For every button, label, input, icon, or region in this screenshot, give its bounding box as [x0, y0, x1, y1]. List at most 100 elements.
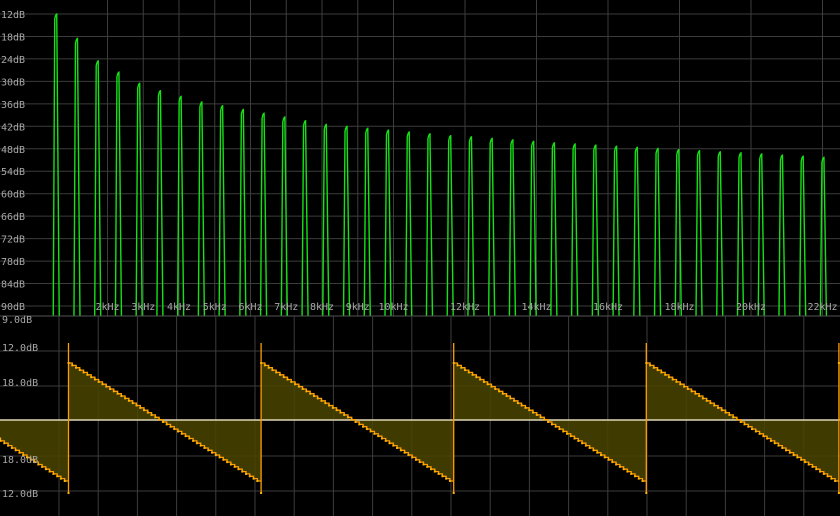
- sample-marker: [229, 463, 232, 466]
- sample-marker: [180, 432, 183, 435]
- spectrum-y-tick-label: 84dB: [1, 280, 25, 291]
- spectrum-y-tick-label: 72dB: [1, 235, 25, 246]
- sample-marker: [641, 480, 644, 482]
- sample-marker: [785, 449, 788, 452]
- sample-marker: [788, 451, 791, 454]
- sample-marker: [479, 378, 482, 381]
- sample-marker: [819, 470, 822, 473]
- sample-marker: [456, 364, 459, 367]
- sample-marker: [464, 369, 467, 372]
- sample-marker: [747, 425, 750, 428]
- sample-marker: [278, 373, 281, 376]
- sample-marker: [626, 470, 629, 473]
- sample-marker: [309, 392, 312, 395]
- sample-marker: [286, 378, 289, 381]
- sample-marker: [320, 399, 323, 402]
- osc-label-lower-inner: 18.0dB: [2, 455, 38, 466]
- sample-marker: [139, 406, 142, 409]
- sample-marker: [260, 362, 263, 364]
- spectrum-x-tick-label: 14kHz: [521, 302, 551, 313]
- spectrum-x-tick-label: 22kHz: [807, 302, 837, 313]
- sample-marker: [686, 387, 689, 390]
- sample-marker: [116, 392, 119, 395]
- spectrum-x-tick-label: 12kHz: [450, 302, 480, 313]
- sample-marker: [350, 418, 353, 421]
- sample-marker: [539, 416, 542, 419]
- sample-marker: [535, 413, 538, 416]
- sample-marker: [448, 480, 451, 482]
- sample-marker: [343, 413, 346, 416]
- sample-marker: [505, 395, 508, 398]
- sample-marker: [301, 387, 304, 390]
- sample-marker: [565, 432, 568, 435]
- sample-marker: [211, 451, 214, 454]
- sample-marker: [112, 390, 115, 393]
- sample-marker: [403, 451, 406, 454]
- sample-marker: [294, 383, 297, 386]
- osc-label-top: 9.0dB: [2, 315, 32, 326]
- sample-marker: [127, 399, 130, 402]
- sample-marker: [573, 437, 576, 440]
- sample-marker: [101, 383, 104, 386]
- sample-marker: [354, 421, 357, 423]
- sample-marker: [830, 477, 833, 480]
- sample-marker: [14, 449, 17, 452]
- sample-marker: [475, 376, 478, 379]
- sample-marker: [739, 421, 742, 423]
- sample-marker: [75, 366, 78, 369]
- sample-marker: [618, 465, 621, 468]
- sample-marker: [192, 439, 195, 442]
- sample-marker: [241, 470, 244, 473]
- sample-marker: [380, 437, 383, 440]
- sample-marker: [599, 454, 602, 457]
- sample-marker: [154, 416, 157, 419]
- sample-marker: [109, 387, 112, 390]
- sample-marker: [732, 416, 735, 419]
- sample-marker: [800, 458, 803, 461]
- sample-marker: [433, 470, 436, 473]
- spectrum-x-tick-label: 9kHz: [346, 302, 370, 313]
- sample-marker: [792, 454, 795, 457]
- sample-marker: [203, 446, 206, 449]
- sample-marker: [260, 492, 263, 494]
- sample-marker: [577, 439, 580, 442]
- sample-marker: [490, 385, 493, 388]
- sample-marker: [528, 409, 531, 412]
- sample-marker: [735, 418, 738, 421]
- sample-marker: [494, 387, 497, 390]
- sample-marker: [418, 461, 421, 464]
- sample-marker: [222, 458, 225, 461]
- spectrum-y-tick-label: 30dB: [1, 77, 25, 88]
- sample-marker: [339, 411, 342, 414]
- sample-marker: [520, 404, 523, 407]
- sample-marker: [244, 472, 247, 475]
- sample-marker: [501, 392, 504, 395]
- sample-marker: [56, 475, 59, 478]
- sample-marker: [86, 373, 89, 376]
- sample-marker: [426, 465, 429, 468]
- spectrum-analyzer: 12dB 18dB 24dB 30dB 36dB 42dB 48dB 54dB 60dB 66dB…: [0, 0, 840, 516]
- sample-marker: [399, 449, 402, 452]
- sample-marker: [471, 373, 474, 376]
- sample-marker: [592, 449, 595, 452]
- sample-marker: [611, 461, 614, 464]
- sample-marker: [713, 404, 716, 407]
- sample-marker: [282, 376, 285, 379]
- sample-marker: [388, 442, 391, 445]
- sample-marker: [233, 465, 236, 468]
- sample-marker: [467, 371, 470, 374]
- sample-marker: [256, 480, 259, 482]
- sample-marker: [543, 418, 546, 421]
- osc-label-lower: 12.0dB: [2, 489, 38, 500]
- sample-marker: [667, 376, 670, 379]
- sample-marker: [460, 366, 463, 369]
- sample-marker: [430, 468, 433, 471]
- sample-marker: [773, 442, 776, 445]
- spectrum-x-tick-label: 3kHz: [131, 302, 155, 313]
- sample-marker: [120, 395, 123, 398]
- sample-marker: [584, 444, 587, 447]
- spectrum-y-tick-label: 12dB: [1, 10, 25, 21]
- sample-marker: [131, 402, 134, 405]
- sample-marker: [649, 364, 652, 367]
- sample-marker: [664, 373, 667, 376]
